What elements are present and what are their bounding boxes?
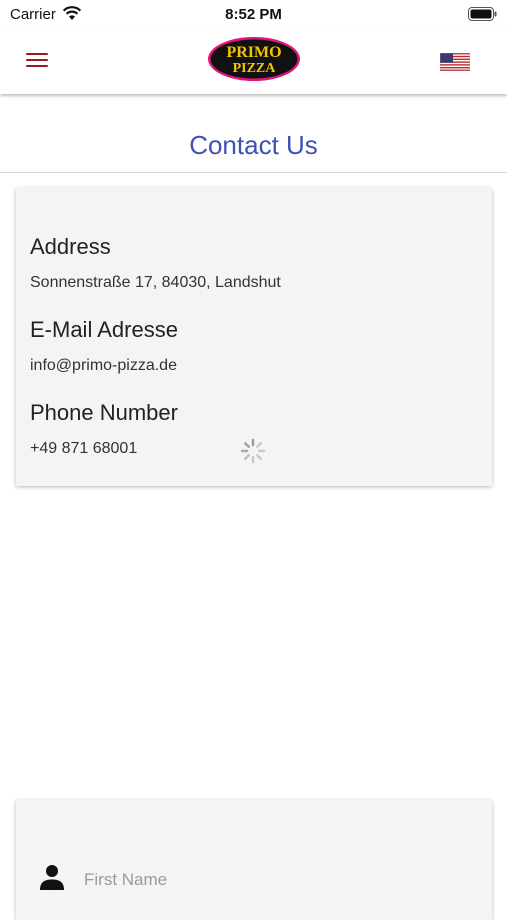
first-name-input[interactable]: [84, 866, 464, 894]
status-bar: Carrier 8:52 PM: [0, 0, 507, 28]
logo-text-primo: PRIMO: [226, 44, 281, 61]
address-value: Sonnenstraße 17, 84030, Landshut: [30, 274, 281, 291]
app-header: PRIMO PIZZA: [0, 28, 507, 94]
contact-info-card: Address Sonnenstraße 17, 84030, Landshut…: [16, 188, 492, 486]
phone-value[interactable]: +49 871 68001: [30, 440, 137, 458]
page-title-bar: Contact Us: [0, 96, 507, 173]
phone-heading: Phone Number: [30, 400, 178, 425]
menu-icon[interactable]: [24, 48, 52, 72]
primo-pizza-logo[interactable]: PRIMO PIZZA: [206, 35, 302, 83]
logo-text-pizza: PIZZA: [233, 61, 277, 76]
email-heading: E-Mail Adresse: [30, 317, 178, 342]
loading-spinner-icon: [240, 438, 266, 464]
person-icon: [40, 865, 64, 890]
address-heading: Address: [30, 234, 111, 259]
contact-form-card: [16, 800, 492, 920]
battery-icon: [468, 7, 497, 21]
page-title: Contact Us: [189, 130, 318, 160]
email-value[interactable]: info@primo-pizza.de: [30, 357, 177, 375]
us-flag-icon[interactable]: [440, 53, 470, 71]
status-time: 8:52 PM: [225, 6, 282, 23]
